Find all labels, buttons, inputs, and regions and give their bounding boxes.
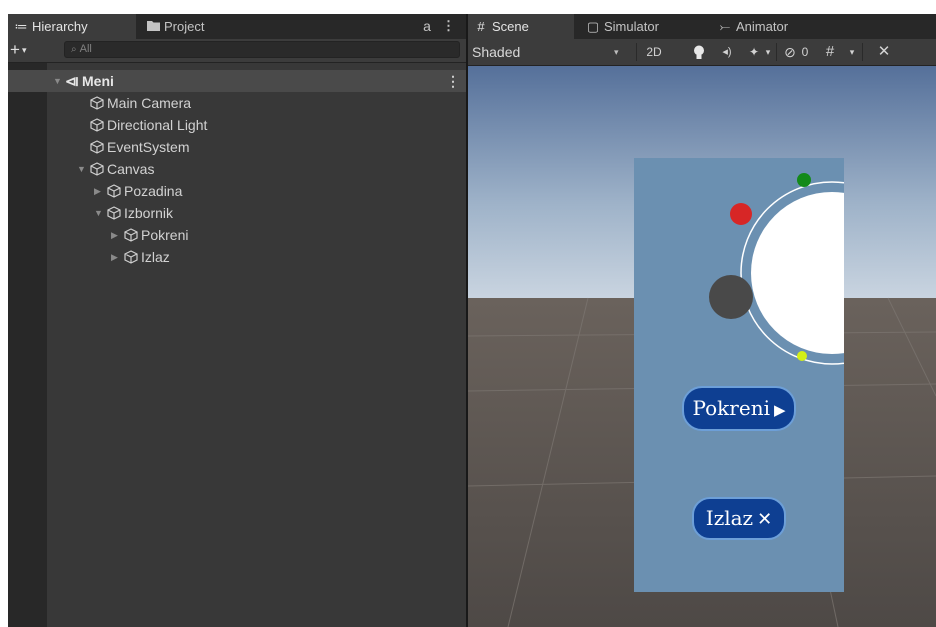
tab-scene[interactable]: # Scene xyxy=(468,14,574,39)
hierarchy-item-label: Main Camera xyxy=(107,95,192,111)
hidden-objects-count: 0 xyxy=(801,45,809,59)
planet-gray xyxy=(709,275,753,319)
shading-mode-dropdown[interactable]: Shaded ▾ xyxy=(472,41,630,63)
tools-icon[interactable]: ✕ xyxy=(874,41,894,63)
panel-menu-icon[interactable]: ⋮ xyxy=(442,17,455,35)
scene-viewport[interactable]: Pokreni ▶ Izlaz ✕ xyxy=(468,66,936,627)
hierarchy-item-label: Pokreni xyxy=(141,227,189,243)
tab-project-label: Project xyxy=(164,19,205,34)
lighting-toggle[interactable] xyxy=(690,41,708,63)
lock-icon[interactable]: a xyxy=(421,17,433,35)
toolbar-separator xyxy=(862,43,863,61)
grid-toggle[interactable]: # xyxy=(820,41,840,63)
gameobject-icon xyxy=(124,228,138,242)
scene-panel: # Scene ▢ Simulator ⤚ Animator Shaded ▾ 2D … xyxy=(468,14,936,627)
canvas-background: Pokreni ▶ Izlaz ✕ xyxy=(634,158,844,592)
scene-menu-icon[interactable]: ⋮ xyxy=(446,70,460,92)
hierarchy-item-label: Directional Light xyxy=(107,117,208,133)
expand-arrow-icon[interactable]: ▼ xyxy=(94,202,103,224)
tab-scene-label: Scene xyxy=(492,19,529,34)
expand-arrow-icon[interactable]: ▶ xyxy=(94,180,101,202)
shading-mode-value: Shaded xyxy=(472,44,521,60)
gameobject-icon xyxy=(90,140,104,154)
start-game-button[interactable]: Pokreni ▶ xyxy=(682,386,796,431)
planet-green xyxy=(797,173,811,187)
device-icon: ▢ xyxy=(586,19,600,34)
hierarchy-item-label: Canvas xyxy=(107,161,155,177)
gameobject-icon xyxy=(90,118,104,132)
effects-dropdown[interactable]: ▾ xyxy=(762,41,774,63)
hierarchy-toolbar: + ▾ ⌕ All xyxy=(8,39,466,63)
expand-arrow-icon[interactable]: ▶ xyxy=(111,224,118,246)
grid-hash-icon: # xyxy=(477,19,485,34)
search-input[interactable]: ⌕ All xyxy=(64,41,460,58)
hierarchy-item-label: EventSystem xyxy=(107,139,190,155)
gameobject-icon xyxy=(90,96,104,110)
tab-animator[interactable]: ⤚ Animator xyxy=(712,14,832,39)
hierarchy-item-pokreni[interactable]: ▶ Pokreni xyxy=(8,224,466,246)
hierarchy-item-pozadina[interactable]: ▶ Pozadina xyxy=(8,180,466,202)
toolbar-separator xyxy=(776,43,777,61)
hierarchy-item-directional-light[interactable]: Directional Light xyxy=(8,114,466,136)
tab-simulator[interactable]: ▢ Simulator xyxy=(580,14,702,39)
hierarchy-item-canvas[interactable]: ▼ Canvas xyxy=(8,158,466,180)
gameobject-icon xyxy=(107,206,121,220)
scene-row-meni[interactable]: ▼ ⧏ Meni ⋮ xyxy=(8,70,466,92)
mode-2d-toggle[interactable]: 2D xyxy=(640,41,668,63)
effects-toggle[interactable]: ✦ xyxy=(746,41,762,63)
scene-name: Meni xyxy=(82,73,114,89)
expand-arrow-icon[interactable]: ▼ xyxy=(77,158,86,180)
gameobject-icon xyxy=(90,162,104,176)
tab-hierarchy-label: Hierarchy xyxy=(32,19,88,34)
tab-hierarchy[interactable]: ≔ Hierarchy xyxy=(8,14,136,39)
tab-project[interactable]: Project xyxy=(140,14,250,39)
audio-toggle[interactable]: ◂) xyxy=(716,41,738,63)
chevron-down-icon: ▾ xyxy=(614,47,619,57)
close-icon: ✕ xyxy=(757,509,773,530)
tab-animator-label: Animator xyxy=(736,19,789,34)
planet-yellow xyxy=(797,351,807,361)
exit-button-label: Izlaz xyxy=(705,506,754,530)
hidden-objects-icon[interactable]: ⊘ xyxy=(780,41,800,63)
start-button-label: Pokreni xyxy=(692,396,770,420)
animator-icon: ⤚ xyxy=(719,19,731,34)
expand-arrow-icon[interactable]: ▶ xyxy=(111,246,118,268)
folder-icon xyxy=(146,14,160,39)
scene-tab-bar: # Scene ▢ Simulator ⤚ Animator xyxy=(468,14,936,39)
sun xyxy=(751,192,844,354)
hierarchy-item-eventsystem[interactable]: EventSystem xyxy=(8,136,466,158)
chevron-down-icon: ▾ xyxy=(21,45,27,55)
toolbar-separator xyxy=(636,43,637,61)
add-object-button[interactable]: + ▾ xyxy=(10,40,44,60)
hierarchy-item-label: Pozadina xyxy=(124,183,183,199)
search-icon: ⌕ xyxy=(71,44,77,55)
planet-red xyxy=(730,203,752,225)
tab-simulator-label: Simulator xyxy=(604,19,659,34)
expand-arrow-icon[interactable]: ▼ xyxy=(53,70,62,92)
exit-game-button[interactable]: Izlaz ✕ xyxy=(692,497,786,540)
scene-toolbar: Shaded ▾ 2D ◂) ✦ ▾ ⊘ 0 # ▾ ✕ xyxy=(468,39,936,66)
play-icon: ▶ xyxy=(773,401,786,419)
plus-icon: + xyxy=(10,40,20,59)
gameobject-icon xyxy=(124,250,138,264)
search-placeholder: All xyxy=(79,43,92,55)
hierarchy-tree: ▼ ⧏ Meni ⋮ Main Camera Directional Light E… xyxy=(8,70,466,268)
gameobject-icon xyxy=(107,184,121,198)
unity-scene-icon: ⧏ xyxy=(65,73,79,89)
hierarchy-tab-bar: ≔ Hierarchy Project a ⋮ xyxy=(8,14,466,39)
hierarchy-item-izlaz[interactable]: ▶ Izlaz xyxy=(8,246,466,268)
hierarchy-panel: ≔ Hierarchy Project a ⋮ + ▾ ⌕ All ▼ ⧏ Me… xyxy=(8,14,466,627)
hierarchy-item-label: Izbornik xyxy=(124,205,174,221)
unity-editor: ≔ Hierarchy Project a ⋮ + ▾ ⌕ All ▼ ⧏ Me… xyxy=(8,14,936,627)
hierarchy-item-label: Izlaz xyxy=(141,249,170,265)
light-bulb-icon xyxy=(694,45,704,59)
hierarchy-item-izbornik[interactable]: ▼ Izbornik xyxy=(8,202,466,224)
hierarchy-item-main-camera[interactable]: Main Camera xyxy=(8,92,466,114)
hierarchy-list-icon: ≔ xyxy=(14,19,28,34)
grid-dropdown[interactable]: ▾ xyxy=(846,41,858,63)
